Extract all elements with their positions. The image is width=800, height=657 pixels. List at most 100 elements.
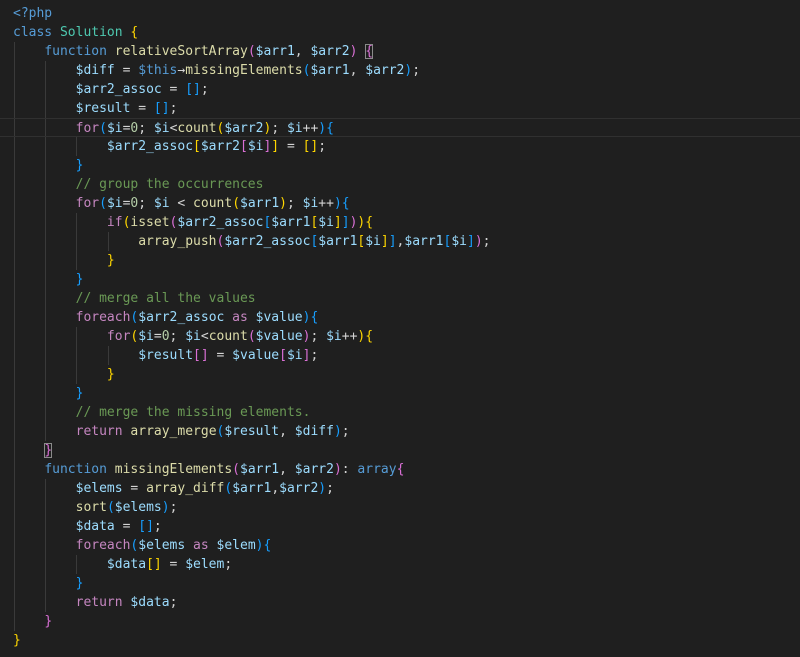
code-token: return [75, 424, 131, 439]
code-line[interactable]: $arr2_assoc[$arr2[$i]] = []; [13, 137, 800, 156]
code-token: Solution [59, 25, 123, 40]
code-token: ( [99, 196, 107, 211]
code-token: ) [474, 234, 483, 249]
code-token: { [130, 25, 139, 40]
indent-guide [14, 574, 15, 593]
code-line[interactable]: $data = []; [13, 517, 800, 536]
code-editor[interactable]: <?php class Solution { function relativeS… [0, 0, 800, 657]
indent-guide [14, 346, 15, 365]
code-line[interactable]: array_push($arr2_assoc[$arr1[$i]],$arr1[… [13, 232, 800, 251]
code-token: [] [193, 348, 209, 363]
code-token: $i [185, 329, 201, 344]
code-line[interactable]: } [13, 612, 800, 631]
code-line[interactable]: } [13, 365, 800, 384]
indent-guide [14, 137, 15, 156]
code-token: $i [106, 196, 123, 211]
code-line[interactable]: $result = []; [13, 99, 800, 118]
code-token: $i [286, 348, 303, 363]
code-line[interactable]: } [13, 156, 800, 175]
code-line[interactable]: $diff = $this→missingElements($arr1, $ar… [13, 61, 800, 80]
code-line[interactable]: class Solution { [13, 23, 800, 42]
indent-guide [14, 194, 15, 213]
code-token: $diff [294, 424, 334, 439]
code-token: = [161, 557, 186, 572]
indent-guide [45, 384, 47, 403]
code-token: for [106, 329, 131, 344]
code-token: { [365, 44, 374, 59]
indent-guide [45, 479, 47, 498]
code-line[interactable]: for($i=0; $i<count($arr2); $i++){ [0, 118, 800, 137]
indent-guide [14, 460, 15, 479]
code-line[interactable]: } [13, 270, 800, 289]
indent-guide [76, 327, 78, 346]
code-token: : [341, 462, 358, 477]
indent-guide [14, 441, 15, 460]
code-token: count [193, 196, 233, 211]
code-line[interactable]: } [13, 574, 800, 593]
code-line[interactable]: if(isset($arr2_assoc[$arr1[$i]])){ [13, 213, 800, 232]
code-line[interactable]: $arr2_assoc = []; [13, 80, 800, 99]
code-token: ( [232, 462, 240, 477]
code-token: ; [271, 121, 287, 136]
code-line[interactable]: return array_merge($result, $diff); [13, 422, 800, 441]
code-line[interactable]: function relativeSortArray($arr1, $arr2)… [13, 42, 800, 61]
code-token: $elems [138, 538, 186, 553]
indent-guide [45, 574, 47, 593]
code-line[interactable]: return $data; [13, 593, 800, 612]
code-token: ; [341, 424, 350, 439]
code-line[interactable]: } [13, 631, 800, 650]
code-line[interactable]: } [13, 441, 800, 460]
code-token: = [208, 348, 233, 363]
code-token: count [208, 329, 248, 344]
code-token: $arr1 [318, 234, 358, 249]
code-token: // merge all the values [75, 291, 256, 306]
code-line[interactable]: sort($elems); [13, 498, 800, 517]
code-line[interactable]: $data[] = $elem; [13, 555, 800, 574]
code-line[interactable]: function missingElements($arr1, $arr2): … [13, 460, 800, 479]
code-line[interactable]: for($i=0; $i < count($arr1); $i++){ [13, 194, 800, 213]
code-token: ; [169, 500, 178, 515]
code-token: ++ [341, 329, 358, 344]
code-line[interactable]: for($i=0; $i<count($value); $i++){ [13, 327, 800, 346]
code-line[interactable]: // group the occurrences [13, 175, 800, 194]
code-line[interactable]: $elems = array_diff($arr1,$arr2); [13, 479, 800, 498]
code-token: $result [224, 424, 280, 439]
code-token: missingElements [114, 462, 233, 477]
code-token: , [271, 481, 280, 496]
code-area[interactable]: <?php class Solution { function relativeS… [0, 4, 800, 650]
indent-guide [107, 346, 109, 365]
code-token: $result [138, 348, 194, 363]
indent-guide [76, 346, 78, 365]
code-token: $data [106, 557, 147, 572]
code-token: ] [467, 234, 475, 249]
code-token: [] [302, 139, 319, 154]
code-line[interactable]: // merge all the values [13, 289, 800, 308]
indent-guide [45, 213, 47, 232]
code-line[interactable]: foreach($elems as $elem){ [13, 536, 800, 555]
code-line[interactable]: // merge the missing elements. [13, 403, 800, 422]
code-token: , [349, 63, 366, 78]
code-token: ; [310, 329, 327, 344]
code-token: $arr1 [232, 481, 272, 496]
code-line[interactable]: foreach($arr2_assoc as $value){ [13, 308, 800, 327]
code-line[interactable]: $result[] = $value[$i]; [13, 346, 800, 365]
code-line[interactable]: <?php [13, 4, 800, 23]
code-token: $arr1 [310, 63, 350, 78]
indent-guide [14, 175, 15, 194]
indent-guide [14, 517, 15, 536]
code-token: $result [75, 101, 131, 116]
code-token: $elem [216, 538, 256, 553]
code-line[interactable]: } [13, 251, 800, 270]
code-token: as [224, 310, 256, 325]
code-token: for [75, 121, 100, 136]
code-line[interactable]: } [13, 384, 800, 403]
indent-guide [76, 213, 78, 232]
code-token: ; [318, 139, 327, 154]
indent-guide [14, 365, 15, 384]
code-token: [] [153, 101, 170, 116]
indent-guide [45, 498, 47, 517]
indent-guide [14, 99, 15, 118]
code-token: ( [106, 500, 115, 515]
